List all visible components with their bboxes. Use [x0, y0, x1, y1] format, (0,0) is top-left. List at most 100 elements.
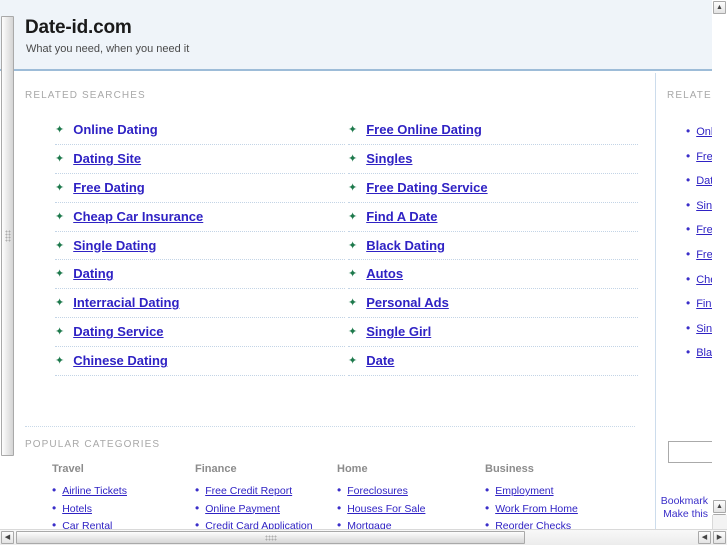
related-search-item[interactable]: ✦ Personal Ads [348, 289, 638, 319]
related-search-link[interactable]: Free Dating Service [366, 180, 487, 195]
category-link[interactable]: Mortgage [347, 520, 391, 529]
category-link[interactable]: Car Rental [62, 520, 112, 529]
sidebar-link[interactable]: Black Dating [696, 347, 712, 359]
vertical-scrollbar-thumb[interactable] [1, 16, 14, 456]
scroll-up-arrow-secondary-icon[interactable]: ▲ [713, 500, 726, 513]
category-link[interactable]: Hotels [62, 503, 92, 515]
category-link[interactable]: Work From Home [495, 503, 578, 515]
related-search-item[interactable]: ✦ Single Dating [55, 232, 345, 261]
sidebar-link[interactable]: Singles [696, 200, 712, 212]
related-sidebar: RELATED • Online Dating • Free Online Datin… [656, 73, 712, 529]
sidebar-list-item[interactable]: • Free Dating Service [686, 245, 712, 270]
related-search-link[interactable]: Singles [366, 151, 412, 166]
related-search-item[interactable]: ✦ Singles [348, 145, 638, 174]
sidebar-link[interactable]: Online Dating [696, 126, 712, 138]
vertical-scrollbar[interactable] [0, 0, 15, 529]
category-link[interactable]: Online Payment [205, 503, 280, 515]
related-search-item[interactable]: ✦ Chinese Dating [55, 347, 345, 377]
category-item[interactable]: • Houses For Sale [337, 500, 497, 518]
scroll-left-arrow-icon[interactable]: ◀ [1, 531, 14, 544]
category-item[interactable]: • Reorder Checks [485, 517, 645, 529]
category-link[interactable]: Foreclosures [347, 485, 408, 497]
category-item[interactable]: • Mortgage [337, 517, 497, 529]
horizontal-scrollbar-thumb[interactable] [16, 531, 525, 544]
sidebar-list-item[interactable]: • Singles [686, 196, 712, 221]
related-search-link[interactable]: Black Dating [366, 238, 445, 253]
dot-bullet-icon: • [686, 197, 691, 212]
dot-bullet-icon: • [195, 500, 200, 515]
related-search-item[interactable]: ✦ Free Online Dating [348, 116, 638, 145]
related-search-item[interactable]: ✦ Dating [55, 260, 345, 290]
sidebar-search-input[interactable] [668, 441, 712, 463]
sidebar-link[interactable]: Dating Site [696, 175, 712, 187]
category-link[interactable]: Credit Card Application [205, 520, 312, 529]
related-search-item[interactable]: ✦ Cheap Car Insurance [55, 203, 345, 232]
related-search-link[interactable]: Interracial Dating [73, 295, 179, 310]
sidebar-link[interactable]: Free Dating Service [696, 249, 712, 261]
category-link[interactable]: Reorder Checks [495, 520, 571, 529]
related-search-link[interactable]: Personal Ads [366, 295, 449, 310]
scroll-up-arrow-icon[interactable]: ▲ [713, 1, 726, 14]
sidebar-link[interactable]: Find A Date [696, 298, 712, 310]
sidebar-list-item[interactable]: • Find A Date [686, 294, 712, 319]
related-search-link[interactable]: Find A Date [366, 209, 437, 224]
related-search-link[interactable]: Dating Site [73, 151, 141, 166]
horizontal-scrollbar[interactable]: ◀ ◀ ▶ [0, 529, 727, 545]
related-search-item[interactable]: ✦ Black Dating [348, 232, 638, 261]
category-item[interactable]: • Online Payment [195, 500, 355, 518]
category-link[interactable]: Employment [495, 485, 553, 497]
sidebar-list-item[interactable]: • Online Dating [686, 122, 712, 147]
sidebar-link[interactable]: Free Dating [696, 224, 712, 236]
related-search-item[interactable]: ✦ Free Dating [55, 174, 345, 203]
category-link[interactable]: Houses For Sale [347, 503, 425, 515]
sidebar-link[interactable]: Cheap Car Insurance [696, 274, 712, 286]
dot-bullet-icon: • [686, 296, 691, 311]
related-search-item[interactable]: ✦ Dating Service [55, 318, 345, 348]
category-item[interactable]: • Work From Home [485, 500, 645, 518]
related-search-item[interactable]: ✦ Online Dating [55, 116, 345, 145]
sidebar-footer-link[interactable]: Make this [656, 508, 708, 521]
related-search-link[interactable]: Single Girl [366, 324, 431, 339]
related-search-item[interactable]: ✦ Date [348, 347, 638, 377]
category-item[interactable]: • Car Rental [52, 517, 212, 529]
related-search-item[interactable]: ✦ Single Girl [348, 318, 638, 348]
related-search-link[interactable]: Autos [366, 266, 403, 281]
sidebar-link[interactable]: Free Online Dating [696, 151, 712, 163]
scroll-right-arrow-icon[interactable]: ▶ [713, 531, 726, 544]
sidebar-link[interactable]: Single Dating [696, 323, 712, 335]
star-bullet-icon: ✦ [55, 210, 65, 223]
category-item[interactable]: • Free Credit Report [195, 482, 355, 500]
scroll-left-arrow-secondary-icon[interactable]: ◀ [698, 531, 711, 544]
related-search-item[interactable]: ✦ Free Dating Service [348, 174, 638, 203]
related-search-item[interactable]: ✦ Autos [348, 260, 638, 290]
related-search-link[interactable]: Dating [73, 266, 113, 281]
category-item[interactable]: • Airline Tickets [52, 482, 212, 500]
sidebar-list-item[interactable]: • Free Dating [686, 220, 712, 245]
category-link[interactable]: Airline Tickets [62, 485, 127, 497]
related-search-link[interactable]: Free Dating [73, 180, 145, 195]
sidebar-list-item[interactable]: • Free Online Dating [686, 147, 712, 172]
category-item[interactable]: • Employment [485, 482, 645, 500]
related-search-link[interactable]: Single Dating [73, 238, 156, 253]
related-search-item[interactable]: ✦ Interracial Dating [55, 289, 345, 319]
category-item[interactable]: • Credit Card Application [195, 517, 355, 529]
sidebar-list-item[interactable]: • Black Dating [686, 343, 712, 368]
related-search-link[interactable]: Online Dating [73, 122, 158, 137]
category-link[interactable]: Free Credit Report [205, 485, 292, 497]
related-search-link[interactable]: Free Online Dating [366, 122, 482, 137]
sidebar-list-item[interactable]: • Dating Site [686, 171, 712, 196]
sidebar-list-item[interactable]: • Single Dating [686, 319, 712, 344]
category-group-home: Home • Foreclosures • Houses For Sale • Mortga… [337, 463, 497, 529]
sidebar-footer-link[interactable]: Bookmark [656, 495, 708, 508]
dot-bullet-icon: • [195, 483, 200, 497]
related-search-link[interactable]: Chinese Dating [73, 353, 168, 368]
related-search-link[interactable]: Cheap Car Insurance [73, 209, 203, 224]
sidebar-list-item[interactable]: • Cheap Car Insurance [686, 270, 712, 295]
related-search-link[interactable]: Dating Service [73, 324, 163, 339]
related-search-link[interactable]: Date [366, 353, 394, 368]
related-search-item[interactable]: ✦ Find A Date [348, 203, 638, 232]
related-search-item[interactable]: ✦ Dating Site [55, 145, 345, 174]
category-item[interactable]: • Hotels [52, 500, 212, 518]
star-bullet-icon: ✦ [55, 326, 65, 339]
category-item[interactable]: • Foreclosures [337, 482, 497, 500]
